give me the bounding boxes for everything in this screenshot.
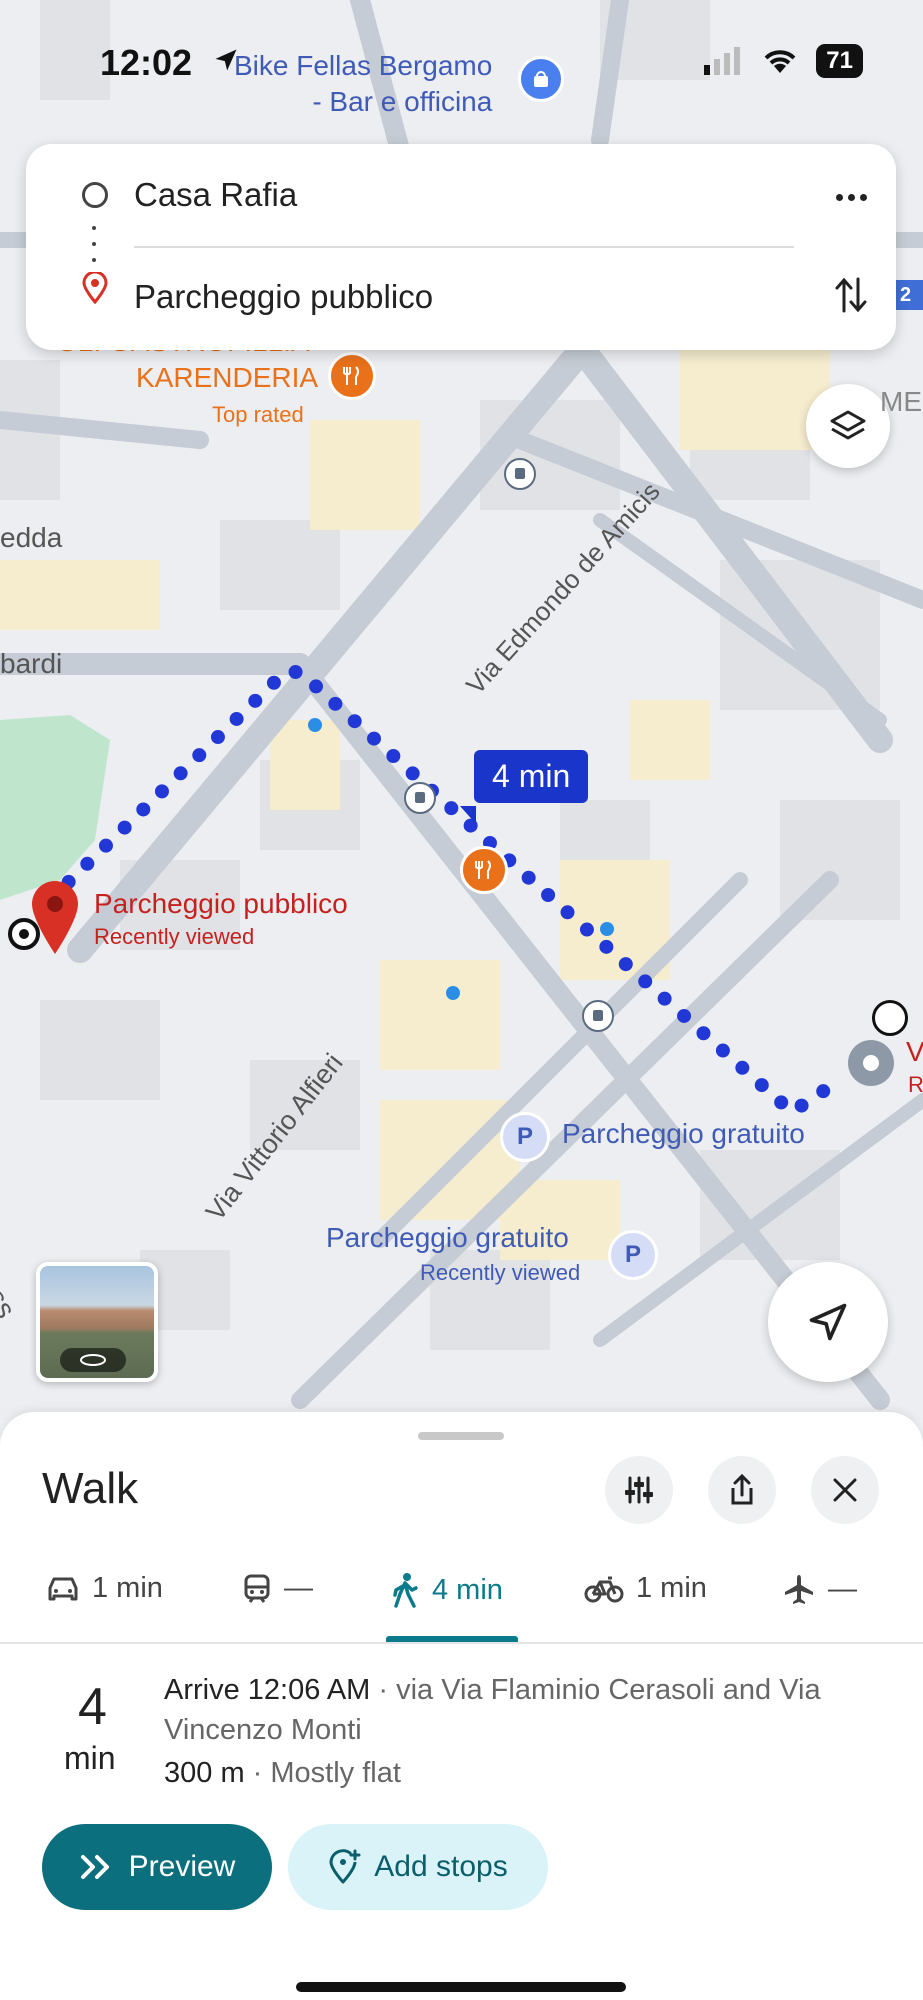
route-options-button[interactable] xyxy=(605,1456,673,1524)
duration-unit: min xyxy=(64,1740,116,1776)
tune-icon xyxy=(625,1476,653,1504)
route-time-badge[interactable]: 4 min xyxy=(474,750,589,803)
sheet-divider xyxy=(0,1642,923,1644)
status-time: 12:02 xyxy=(100,42,193,83)
card-divider xyxy=(134,246,794,248)
route-distance: 300 m xyxy=(164,1757,245,1789)
mode-tab-flight[interactable]: — xyxy=(782,1572,857,1606)
route-badge-pointer xyxy=(460,806,476,824)
destination-pin-icon[interactable] xyxy=(30,880,80,961)
poi-dot[interactable] xyxy=(308,718,322,732)
origin-location-marker[interactable] xyxy=(848,1040,894,1086)
status-icons: 71 xyxy=(704,44,863,78)
share-button[interactable] xyxy=(708,1456,776,1524)
bike-icon xyxy=(584,1576,624,1602)
parking-icon[interactable]: P xyxy=(500,1112,550,1162)
street-view-thumbnail[interactable] xyxy=(36,1262,158,1382)
shopping-bag-icon[interactable] xyxy=(518,56,564,102)
mode-tab-bike[interactable]: 1 min xyxy=(584,1572,707,1605)
mode-tab-transit[interactable]: — xyxy=(242,1572,313,1605)
rotate-360-icon xyxy=(60,1348,126,1372)
recenter-button[interactable] xyxy=(768,1262,888,1382)
battery-indicator: 71 xyxy=(816,44,863,78)
origin-circle-icon xyxy=(82,182,108,208)
swap-icon xyxy=(835,277,867,313)
arrival-time: Arrive 12:06 AM xyxy=(164,1674,371,1706)
route-connector-dots xyxy=(92,226,96,262)
origin-field[interactable]: Casa Rafia xyxy=(134,176,297,214)
train-icon xyxy=(244,1574,270,1603)
origin-circle-marker[interactable] xyxy=(872,1000,908,1036)
parking-icon[interactable]: P xyxy=(608,1230,658,1280)
sheet-title: Walk xyxy=(42,1464,139,1513)
street-label-bardi: bardi xyxy=(0,648,63,679)
preview-button[interactable]: Preview xyxy=(42,1824,272,1910)
add-stops-button[interactable]: Add stops xyxy=(288,1824,548,1910)
parking-label-1[interactable]: Parcheggio gratuito xyxy=(562,1118,805,1150)
more-options-button[interactable] xyxy=(826,182,876,212)
walk-icon xyxy=(393,1573,418,1608)
layers-icon xyxy=(830,410,866,440)
double-chevron-icon xyxy=(80,1855,109,1879)
parking-sublabel-2: Recently viewed xyxy=(420,1260,581,1285)
poi-bike-shop-label[interactable]: Bike Fellas Bergamo - Bar e officina xyxy=(234,48,492,120)
swap-directions-button[interactable] xyxy=(826,270,876,320)
close-button[interactable] xyxy=(811,1456,879,1524)
parking-label-2[interactable]: Parcheggio gratuito xyxy=(326,1222,569,1254)
map-layers-button[interactable] xyxy=(806,384,890,468)
plane-icon xyxy=(785,1575,813,1604)
route-terrain: · Mostly flat xyxy=(244,1757,401,1789)
duration-value: 4 xyxy=(78,1678,107,1736)
destination-field[interactable]: Parcheggio pubblico xyxy=(134,278,433,316)
poi-dot[interactable] xyxy=(600,922,614,936)
street-label-edda: edda xyxy=(0,522,63,553)
signal-icon xyxy=(704,47,741,75)
edge-label-v: V xyxy=(906,1036,923,1067)
bus-stop-icon[interactable] xyxy=(404,782,436,814)
bus-stop-icon[interactable] xyxy=(504,458,536,490)
car-icon xyxy=(48,1577,78,1600)
restaurant-icon[interactable] xyxy=(328,352,376,400)
mode-tab-drive[interactable]: 1 min xyxy=(46,1572,163,1605)
wifi-icon xyxy=(764,50,796,73)
restaurant-icon[interactable] xyxy=(460,846,508,894)
poi-restaurant-sublabel: Top rated xyxy=(212,402,304,427)
route-summary[interactable]: Arrive 12:06 AM · via Via Flaminio Ceras… xyxy=(164,1670,884,1750)
mode-tab-walk[interactable]: 4 min xyxy=(390,1572,503,1608)
poi-dot[interactable] xyxy=(446,986,460,1000)
route-distance-row: 300 m · Mostly flat xyxy=(164,1757,401,1790)
destination-pin-outline-icon xyxy=(82,270,108,309)
edge-label-r: R xyxy=(908,1072,923,1097)
sheet-drag-handle[interactable] xyxy=(418,1432,504,1440)
edge-label-me: ME xyxy=(880,386,922,417)
destination-label[interactable]: Parcheggio pubblico xyxy=(94,888,348,920)
directions-sheet: Walk 1 min — 4 min 1 min — 4 min Arrive … xyxy=(0,1412,923,2000)
home-indicator xyxy=(296,1982,626,1992)
add-location-icon xyxy=(329,1849,361,1884)
destination-sublabel: Recently viewed xyxy=(94,924,255,949)
route-card: Casa Rafia Parcheggio pubblico xyxy=(26,144,896,350)
navigation-arrow-icon xyxy=(809,1303,847,1341)
poi-restaurant-label[interactable]: KARENDERIA xyxy=(136,362,318,394)
bus-stop-icon[interactable] xyxy=(582,1000,614,1032)
share-icon xyxy=(731,1473,753,1505)
close-icon xyxy=(833,1478,857,1502)
